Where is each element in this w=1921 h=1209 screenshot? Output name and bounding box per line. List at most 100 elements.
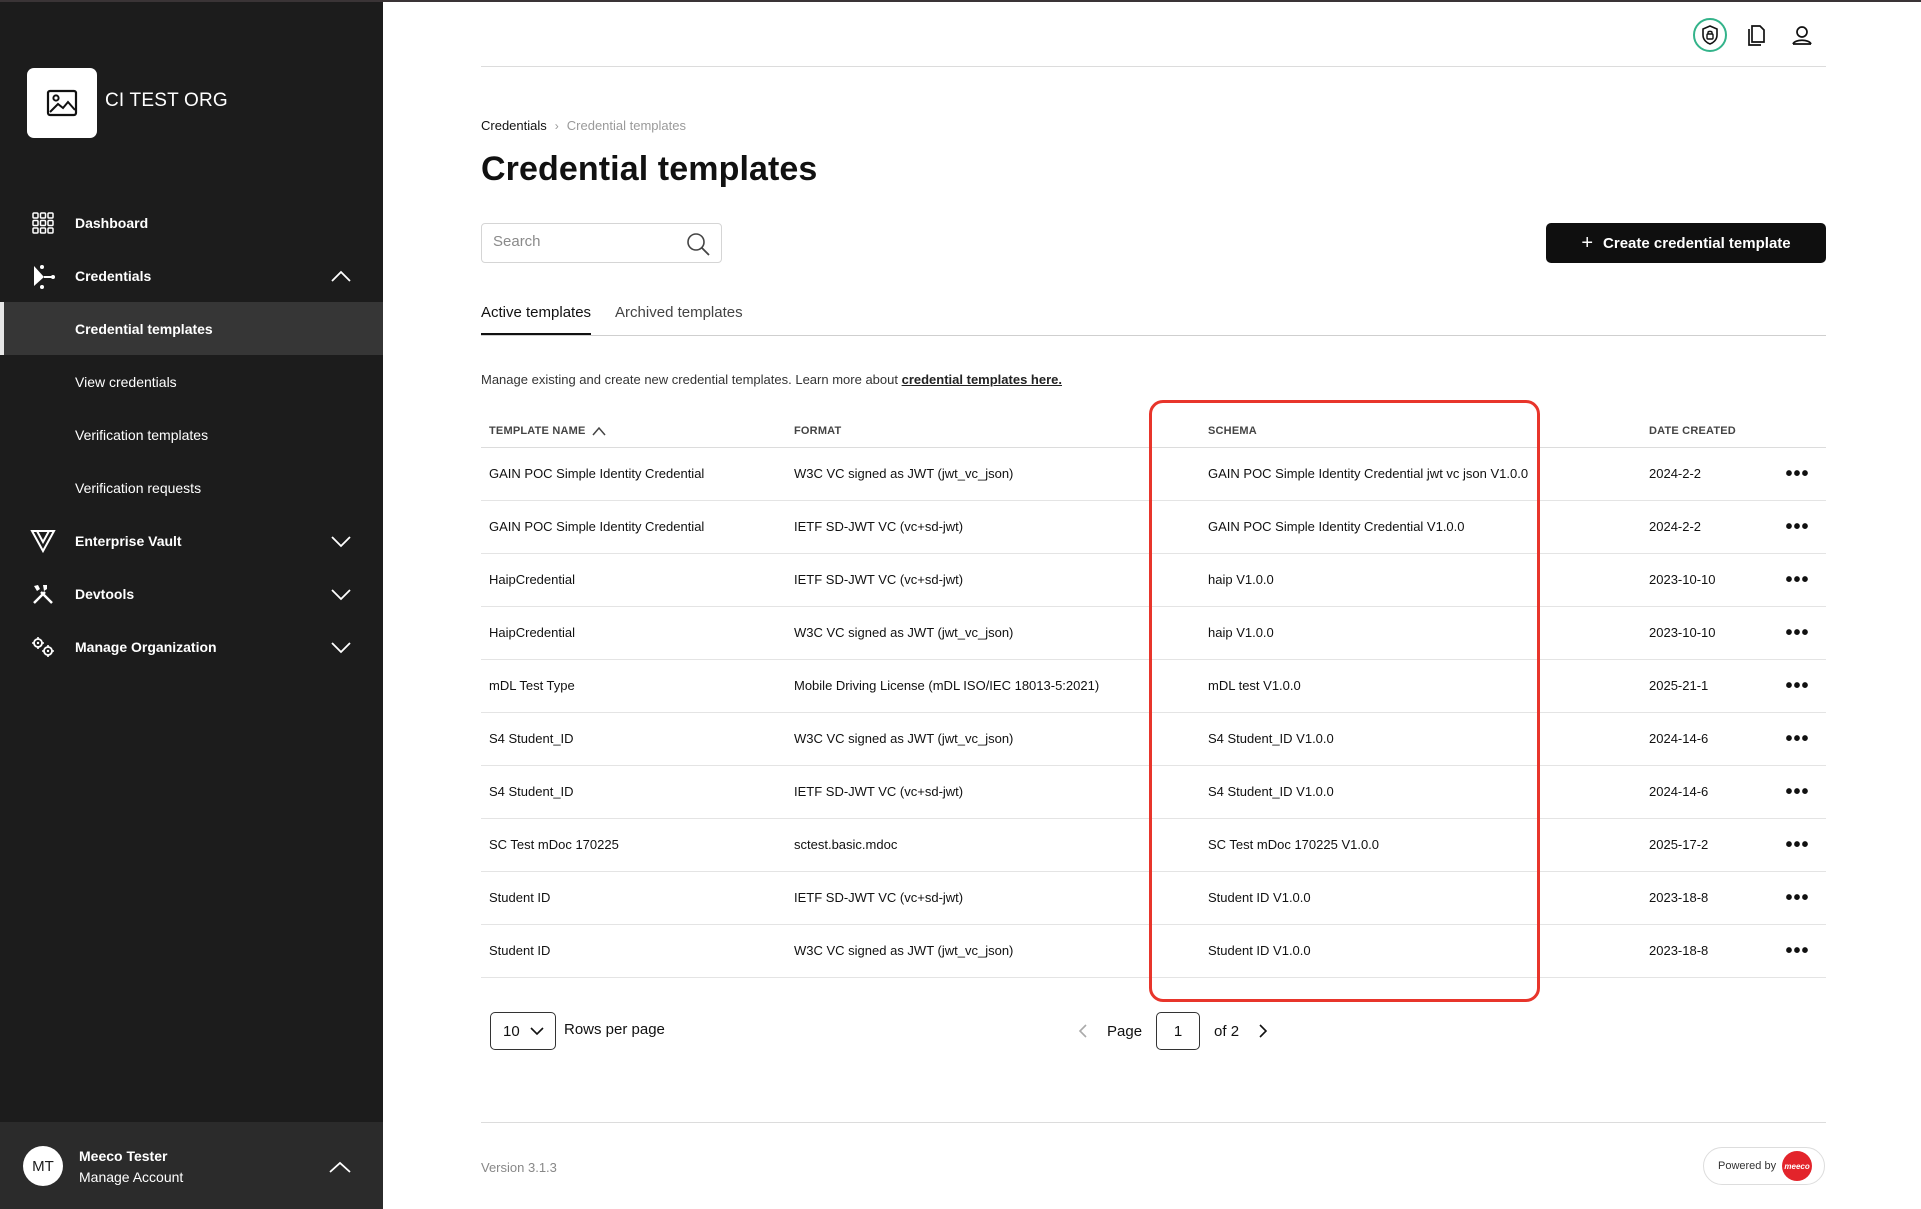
cell-date-created: 2023-18-8: [1641, 924, 1769, 978]
sidebar: CI TEST ORG Dashboard Credentials Creden…: [0, 2, 383, 1209]
footer-divider: [481, 1122, 1826, 1123]
more-actions-icon[interactable]: •••: [1785, 463, 1809, 485]
tab-active-templates[interactable]: Active templates: [481, 304, 592, 335]
column-header-date-created[interactable]: DATE CREATED: [1641, 415, 1769, 448]
cell-schema: S4 Student_ID V1.0.0: [1200, 712, 1641, 766]
create-credential-template-label: Create credential template: [1603, 234, 1791, 252]
tabs-divider: [481, 335, 1826, 336]
nav-credential-templates[interactable]: Credential templates: [0, 302, 383, 355]
nav-manage-organization[interactable]: Manage Organization: [0, 620, 383, 673]
cell-date-created: 2023-10-10: [1641, 606, 1769, 660]
documents-icon[interactable]: [1739, 18, 1773, 52]
manage-account-link[interactable]: Manage Account: [79, 1169, 183, 1185]
nav-manage-organization-label: Manage Organization: [75, 638, 217, 655]
cell-schema: S4 Student_ID V1.0.0: [1200, 765, 1641, 819]
cell-date-created: 2024-14-6: [1641, 712, 1769, 766]
cell-date-created: 2024-2-2: [1641, 500, 1769, 554]
table-row[interactable]: GAIN POC Simple Identity Credential W3C …: [481, 447, 1826, 501]
powered-by-badge[interactable]: Powered by meeco: [1703, 1147, 1825, 1185]
nav-verification-templates[interactable]: Verification templates: [0, 408, 383, 461]
column-header-template-name[interactable]: TEMPLATE NAME: [481, 415, 786, 448]
more-actions-icon[interactable]: •••: [1785, 569, 1809, 591]
more-actions-icon[interactable]: •••: [1785, 887, 1809, 909]
chevron-up-icon[interactable]: [328, 1160, 352, 1174]
nav-credential-templates-label: Credential templates: [75, 320, 213, 337]
org-logo[interactable]: [27, 68, 97, 138]
nav-credentials[interactable]: Credentials: [0, 249, 383, 302]
description-text: Manage existing and create new credentia…: [481, 372, 902, 387]
cell-date-created: 2024-2-2: [1641, 447, 1769, 501]
header-actions: [1693, 18, 1819, 52]
search-box[interactable]: [481, 223, 722, 263]
rows-per-page-select[interactable]: 10: [490, 1012, 556, 1050]
more-actions-icon[interactable]: •••: [1785, 622, 1809, 644]
main-content: Credentials › Credential templates Crede…: [383, 0, 1921, 1209]
table-row[interactable]: S4 Student_ID W3C VC signed as JWT (jwt_…: [481, 712, 1826, 766]
chevron-down-icon[interactable]: [330, 640, 352, 654]
nav-enterprise-vault[interactable]: Enterprise Vault: [0, 514, 383, 567]
create-credential-template-button[interactable]: + Create credential template: [1546, 223, 1826, 263]
chevron-up-icon[interactable]: [330, 269, 352, 283]
chevron-down-icon[interactable]: [330, 534, 352, 548]
nav-devtools-label: Devtools: [75, 585, 135, 602]
table-row[interactable]: SC Test mDoc 170225 sctest.basic.mdoc SC…: [481, 818, 1826, 872]
chevron-down-icon[interactable]: [330, 587, 352, 601]
more-actions-icon[interactable]: •••: [1785, 728, 1809, 750]
credential-templates-help-link[interactable]: credential templates here.: [902, 372, 1062, 387]
cell-template-name: GAIN POC Simple Identity Credential: [481, 447, 786, 501]
cell-format: W3C VC signed as JWT (jwt_vc_json): [786, 712, 1200, 766]
search-input[interactable]: [493, 233, 673, 250]
more-actions-icon[interactable]: •••: [1785, 675, 1809, 697]
page-title: Credential templates: [481, 150, 818, 188]
cell-format: W3C VC signed as JWT (jwt_vc_json): [786, 606, 1200, 660]
more-actions-icon[interactable]: •••: [1785, 781, 1809, 803]
cell-date-created: 2025-17-2: [1641, 818, 1769, 872]
cell-date-created: 2024-14-6: [1641, 765, 1769, 819]
shield-lock-icon[interactable]: [1693, 18, 1727, 52]
more-actions-icon[interactable]: •••: [1785, 834, 1809, 856]
template-tabs: Active templates Archived templates: [481, 304, 743, 335]
next-page-icon[interactable]: [1253, 1021, 1273, 1041]
table-row[interactable]: S4 Student_ID IETF SD-JWT VC (vc+sd-jwt)…: [481, 765, 1826, 819]
breadcrumb-separator: ›: [554, 118, 559, 133]
column-header-template-name-label: TEMPLATE NAME: [489, 424, 586, 437]
cell-format: IETF SD-JWT VC (vc+sd-jwt): [786, 765, 1200, 819]
user-account-icon[interactable]: [1785, 18, 1819, 52]
cell-schema: Student ID V1.0.0: [1200, 871, 1641, 925]
page-number-input[interactable]: 1: [1156, 1012, 1201, 1050]
cell-schema: haip V1.0.0: [1200, 606, 1641, 660]
nav-enterprise-vault-label: Enterprise Vault: [75, 532, 182, 549]
previous-page-icon[interactable]: [1073, 1021, 1093, 1041]
more-actions-icon[interactable]: •••: [1785, 516, 1809, 538]
cell-schema: Student ID V1.0.0: [1200, 924, 1641, 978]
cell-format: IETF SD-JWT VC (vc+sd-jwt): [786, 500, 1200, 554]
column-header-format[interactable]: FORMAT: [786, 415, 1200, 448]
more-actions-icon[interactable]: •••: [1785, 940, 1809, 962]
cell-date-created: 2025-21-1: [1641, 659, 1769, 713]
cell-template-name: Student ID: [481, 871, 786, 925]
nav-verification-requests[interactable]: Verification requests: [0, 461, 383, 514]
nav-view-credentials[interactable]: View credentials: [0, 355, 383, 408]
table-row[interactable]: GAIN POC Simple Identity Credential IETF…: [481, 500, 1826, 554]
search-icon[interactable]: [685, 231, 711, 257]
nav-view-credentials-label: View credentials: [75, 373, 177, 390]
user-name: Meeco Tester: [79, 1148, 168, 1164]
nav-dashboard[interactable]: Dashboard: [0, 196, 383, 249]
tab-archived-templates[interactable]: Archived templates: [615, 304, 743, 335]
table-row[interactable]: Student ID IETF SD-JWT VC (vc+sd-jwt) St…: [481, 871, 1826, 925]
column-header-schema[interactable]: SCHEMA: [1200, 415, 1641, 448]
table-header-row: TEMPLATE NAME FORMAT SCHEMA DATE CREATED: [481, 415, 1826, 448]
credentials-share-icon: [30, 263, 56, 289]
user-account-menu[interactable]: MT Meeco Tester Manage Account: [0, 1122, 383, 1209]
gears-icon: [30, 634, 56, 660]
cell-template-name: S4 Student_ID: [481, 712, 786, 766]
nav-devtools[interactable]: Devtools: [0, 567, 383, 620]
breadcrumb-credentials[interactable]: Credentials: [481, 118, 547, 133]
cell-format: Mobile Driving License (mDL ISO/IEC 1801…: [786, 659, 1200, 713]
table-row[interactable]: HaipCredential IETF SD-JWT VC (vc+sd-jwt…: [481, 553, 1826, 607]
table-row[interactable]: mDL Test Type Mobile Driving License (mD…: [481, 659, 1826, 713]
table-row[interactable]: Student ID W3C VC signed as JWT (jwt_vc_…: [481, 924, 1826, 978]
table-row[interactable]: HaipCredential W3C VC signed as JWT (jwt…: [481, 606, 1826, 660]
sort-ascending-icon[interactable]: [591, 426, 606, 436]
cell-template-name: mDL Test Type: [481, 659, 786, 713]
